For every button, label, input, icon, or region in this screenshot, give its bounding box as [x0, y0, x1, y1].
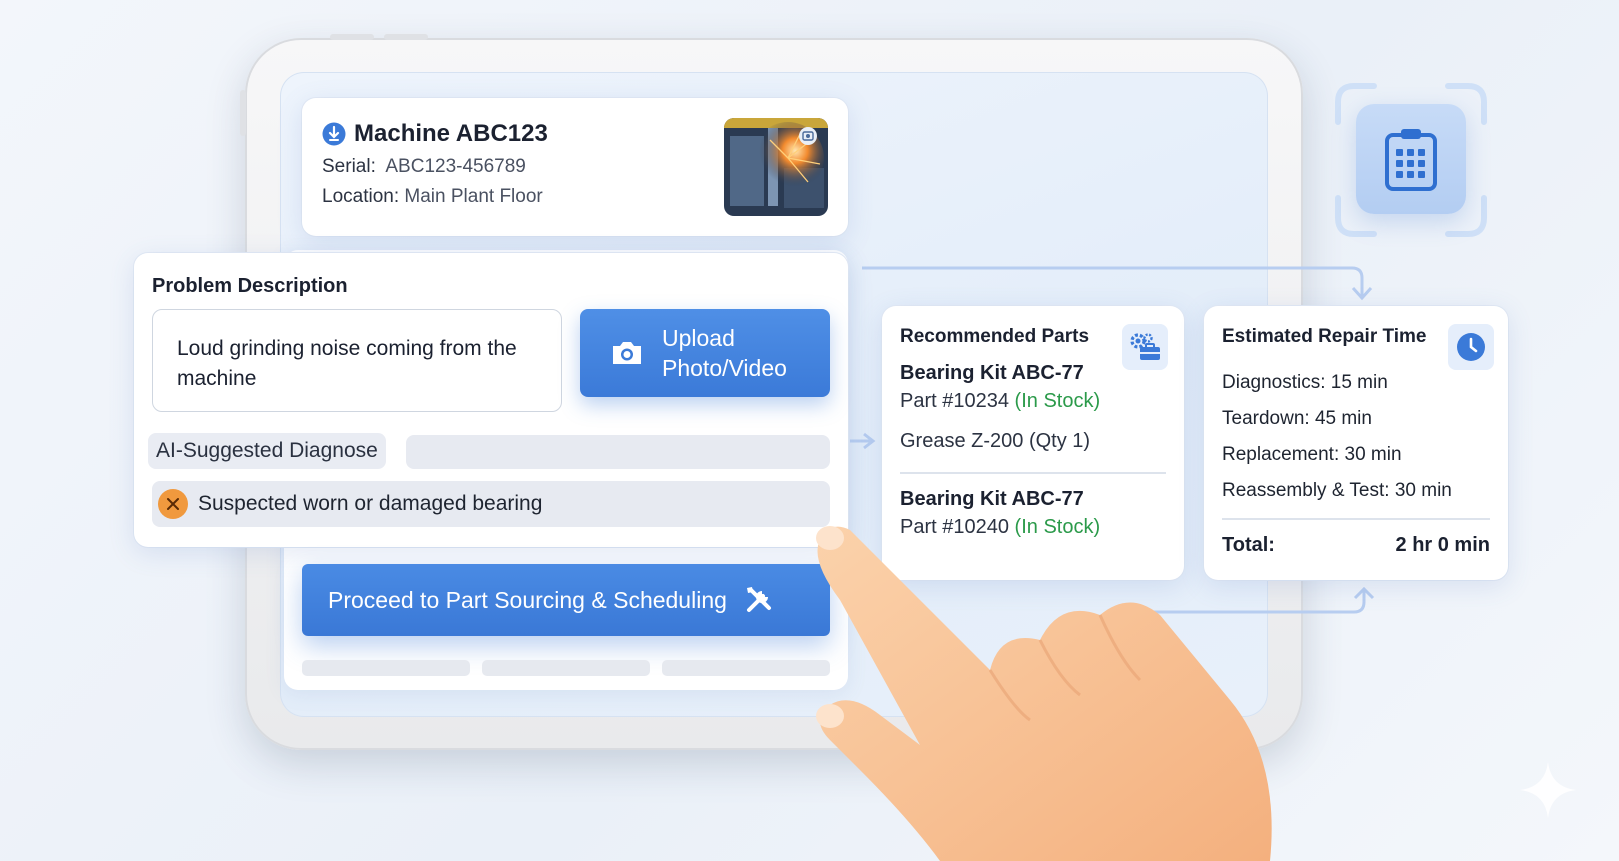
- diagnosis-text: Suspected worn or damaged bearing: [198, 492, 543, 515]
- repair-step: Replacement: 30 min: [1222, 444, 1402, 465]
- arrow-to-repair-top: [862, 266, 1364, 296]
- total-value: 2 hr 0 min: [1395, 534, 1490, 556]
- upload-label: Upload Photo/Video: [662, 323, 787, 383]
- stock-status: (In Stock): [1014, 390, 1101, 412]
- proceed-button[interactable]: Proceed to Part Sourcing & Scheduling: [302, 564, 830, 636]
- location-row: Location: Main Plant Floor: [322, 186, 543, 208]
- upload-label-line2: Photo/Video: [662, 355, 787, 381]
- sparkle-icon: [1520, 762, 1576, 818]
- ai-placeholder-bar: [406, 435, 830, 469]
- gears-toolbox-icon: [1122, 324, 1168, 370]
- repair-step: Reassembly & Test: 30 min: [1222, 480, 1452, 501]
- part-name: Bearing Kit ABC-77: [900, 362, 1084, 384]
- diagnosis-row[interactable]: Suspected worn or damaged bearing: [152, 481, 830, 527]
- problem-card: Problem Description Loud grinding noise …: [134, 253, 848, 547]
- clock-icon: [1448, 324, 1494, 370]
- machine-title: Machine ABC123: [354, 120, 548, 147]
- skeleton-bar: [302, 660, 470, 676]
- tools-icon: [746, 587, 771, 612]
- parts-divider: [900, 472, 1166, 474]
- camera-icon: [613, 342, 641, 364]
- part-name: Bearing Kit ABC-77: [900, 488, 1084, 510]
- clipboard-tile[interactable]: [1356, 104, 1466, 214]
- part-number-row: Part #10234 (In Stock): [900, 390, 1100, 413]
- problem-label: Problem Description: [152, 275, 348, 297]
- upload-photo-video-button[interactable]: Upload Photo/Video: [580, 309, 830, 397]
- pointing-hand-illustration: [816, 526, 1272, 861]
- serial-label: Serial:: [322, 156, 376, 177]
- machine-title-row: Machine ABC123: [322, 120, 548, 148]
- repair-step: Diagnostics: 15 min: [1222, 372, 1388, 393]
- repair-step: Teardown: 45 min: [1222, 408, 1372, 429]
- close-circle-icon[interactable]: [158, 489, 188, 519]
- serial-value: ABC123-456789: [385, 156, 526, 177]
- clipboard-icon: [1385, 129, 1437, 191]
- machine-photo[interactable]: [724, 118, 828, 216]
- pin-icon: [322, 122, 346, 146]
- skeleton-bar: [482, 660, 650, 676]
- upload-label-line1: Upload: [662, 325, 735, 351]
- serial-row: Serial: ABC123-456789: [322, 156, 526, 178]
- problem-description-input[interactable]: Loud grinding noise coming from the mach…: [152, 309, 562, 412]
- part-number: Part #10234: [900, 390, 1009, 412]
- parts-title: Recommended Parts: [900, 326, 1090, 347]
- proceed-label: Proceed to Part Sourcing & Scheduling: [328, 586, 727, 613]
- machine-card: Machine ABC123 Serial: ABC123-456789 Loc…: [302, 98, 848, 236]
- part-extra: Grease Z-200 (Qty 1): [900, 430, 1091, 452]
- ai-suggested-label: AI-Suggested Diagnose: [148, 433, 386, 469]
- location-label: Location:: [322, 186, 400, 207]
- repair-title: Estimated Repair Time: [1222, 326, 1427, 347]
- location-value: Main Plant Floor: [404, 186, 543, 207]
